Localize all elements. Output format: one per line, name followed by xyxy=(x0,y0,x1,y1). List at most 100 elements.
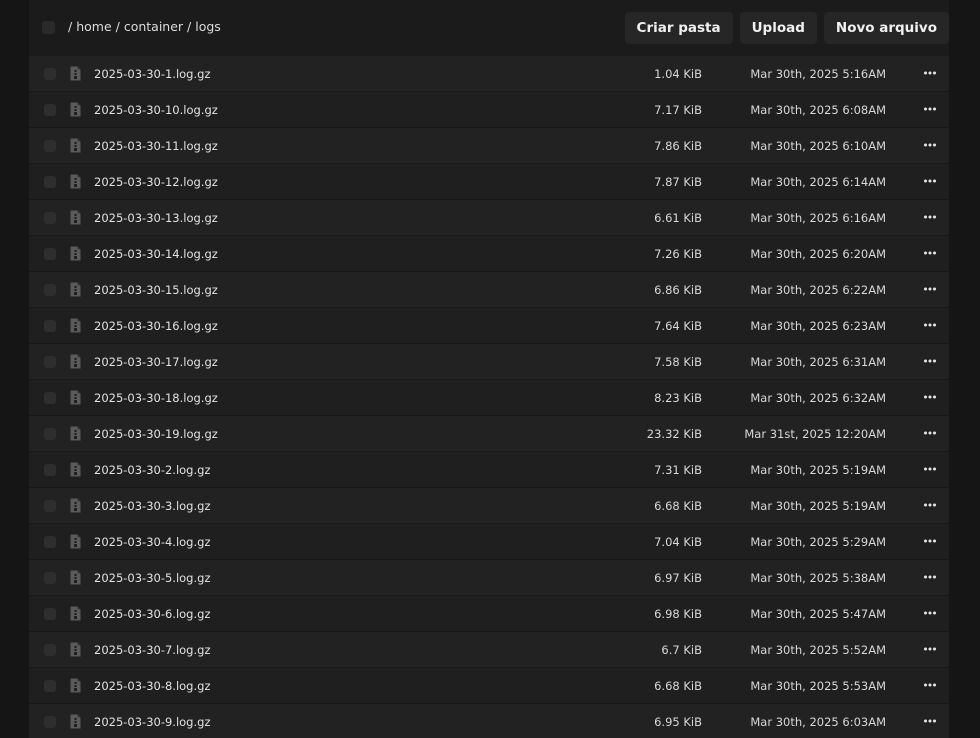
file-row[interactable]: 2025-03-30-1.log.gz 1.04 KiB Mar 30th, 2… xyxy=(29,56,949,92)
file-name[interactable]: 2025-03-30-11.log.gz xyxy=(94,139,218,153)
file-row[interactable]: 2025-03-30-12.log.gz 7.87 KiB Mar 30th, … xyxy=(29,164,949,200)
select-all-checkbox[interactable] xyxy=(42,21,55,34)
file-row[interactable]: 2025-03-30-13.log.gz 6.61 KiB Mar 30th, … xyxy=(29,200,949,236)
row-checkbox[interactable] xyxy=(44,320,56,332)
row-checkbox[interactable] xyxy=(44,464,56,476)
file-size: 8.23 KiB xyxy=(654,391,702,405)
breadcrumb-logs[interactable]: logs xyxy=(195,19,221,34)
row-checkbox[interactable] xyxy=(44,716,56,728)
file-row[interactable]: 2025-03-30-4.log.gz 7.04 KiB Mar 30th, 2… xyxy=(29,524,949,560)
file-row[interactable]: 2025-03-30-8.log.gz 6.68 KiB Mar 30th, 2… xyxy=(29,668,949,704)
file-row[interactable]: 2025-03-30-16.log.gz 7.64 KiB Mar 30th, … xyxy=(29,308,949,344)
file-row[interactable]: 2025-03-30-9.log.gz 6.95 KiB Mar 30th, 2… xyxy=(29,704,949,738)
file-modified-date: Mar 30th, 2025 5:19AM xyxy=(750,499,886,513)
row-checkbox[interactable] xyxy=(44,500,56,512)
row-checkbox[interactable] xyxy=(44,680,56,692)
row-checkbox[interactable] xyxy=(44,68,56,80)
row-checkbox[interactable] xyxy=(44,356,56,368)
row-checkbox[interactable] xyxy=(44,428,56,440)
row-checkbox[interactable] xyxy=(44,572,56,584)
row-checkbox[interactable] xyxy=(44,248,56,260)
row-checkbox[interactable] xyxy=(44,644,56,656)
file-row[interactable]: 2025-03-30-17.log.gz 7.58 KiB Mar 30th, … xyxy=(29,344,949,380)
create-folder-button[interactable]: Criar pasta xyxy=(624,12,733,44)
file-modified-date: Mar 30th, 2025 6:14AM xyxy=(750,175,886,189)
file-row[interactable]: 2025-03-30-7.log.gz 6.7 KiB Mar 30th, 20… xyxy=(29,632,949,668)
row-checkbox[interactable] xyxy=(44,212,56,224)
row-checkbox[interactable] xyxy=(44,176,56,188)
ellipsis-icon[interactable] xyxy=(923,714,937,728)
file-row[interactable]: 2025-03-30-19.log.gz 23.32 KiB Mar 31st,… xyxy=(29,416,949,452)
file-name[interactable]: 2025-03-30-6.log.gz xyxy=(94,607,210,621)
file-archive-icon xyxy=(70,282,81,297)
file-name[interactable]: 2025-03-30-18.log.gz xyxy=(94,391,218,405)
file-name[interactable]: 2025-03-30-16.log.gz xyxy=(94,319,218,333)
file-size: 7.04 KiB xyxy=(654,535,702,549)
ellipsis-icon[interactable] xyxy=(923,246,937,260)
ellipsis-icon[interactable] xyxy=(923,102,937,116)
file-row[interactable]: 2025-03-30-5.log.gz 6.97 KiB Mar 30th, 2… xyxy=(29,560,949,596)
ellipsis-icon[interactable] xyxy=(923,390,937,404)
breadcrumb: / home / container / logs xyxy=(68,19,221,34)
file-size: 7.64 KiB xyxy=(654,319,702,333)
row-checkbox[interactable] xyxy=(44,536,56,548)
file-row[interactable]: 2025-03-30-2.log.gz 7.31 KiB Mar 30th, 2… xyxy=(29,452,949,488)
file-name[interactable]: 2025-03-30-19.log.gz xyxy=(94,427,218,441)
file-name[interactable]: 2025-03-30-14.log.gz xyxy=(94,247,218,261)
file-name[interactable]: 2025-03-30-3.log.gz xyxy=(94,499,210,513)
file-modified-date: Mar 30th, 2025 6:22AM xyxy=(750,283,886,297)
file-row[interactable]: 2025-03-30-14.log.gz 7.26 KiB Mar 30th, … xyxy=(29,236,949,272)
ellipsis-icon[interactable] xyxy=(923,66,937,80)
ellipsis-icon[interactable] xyxy=(923,210,937,224)
ellipsis-icon[interactable] xyxy=(923,678,937,692)
ellipsis-icon[interactable] xyxy=(923,426,937,440)
new-file-button[interactable]: Novo arquivo xyxy=(823,12,949,44)
upload-button[interactable]: Upload xyxy=(739,12,817,44)
file-name[interactable]: 2025-03-30-10.log.gz xyxy=(94,103,218,117)
file-name[interactable]: 2025-03-30-13.log.gz xyxy=(94,211,218,225)
breadcrumb-container[interactable]: container xyxy=(124,19,183,34)
file-name[interactable]: 2025-03-30-5.log.gz xyxy=(94,571,210,585)
ellipsis-icon[interactable] xyxy=(923,642,937,656)
row-checkbox[interactable] xyxy=(44,140,56,152)
file-name[interactable]: 2025-03-30-2.log.gz xyxy=(94,463,210,477)
row-checkbox[interactable] xyxy=(44,392,56,404)
file-size: 6.68 KiB xyxy=(654,499,702,513)
file-row[interactable]: 2025-03-30-15.log.gz 6.86 KiB Mar 30th, … xyxy=(29,272,949,308)
file-name[interactable]: 2025-03-30-4.log.gz xyxy=(94,535,210,549)
ellipsis-icon[interactable] xyxy=(923,354,937,368)
row-checkbox[interactable] xyxy=(44,608,56,620)
ellipsis-icon[interactable] xyxy=(923,138,937,152)
file-archive-icon xyxy=(70,66,81,81)
ellipsis-icon[interactable] xyxy=(923,606,937,620)
ellipsis-icon[interactable] xyxy=(923,318,937,332)
file-size: 7.58 KiB xyxy=(654,355,702,369)
file-row[interactable]: 2025-03-30-10.log.gz 7.17 KiB Mar 30th, … xyxy=(29,92,949,128)
breadcrumb-home[interactable]: home xyxy=(76,19,111,34)
row-checkbox[interactable] xyxy=(44,284,56,296)
ellipsis-icon[interactable] xyxy=(923,174,937,188)
ellipsis-icon[interactable] xyxy=(923,534,937,548)
row-checkbox[interactable] xyxy=(44,104,56,116)
file-row[interactable]: 2025-03-30-6.log.gz 6.98 KiB Mar 30th, 2… xyxy=(29,596,949,632)
file-name[interactable]: 2025-03-30-1.log.gz xyxy=(94,67,210,81)
ellipsis-icon[interactable] xyxy=(923,570,937,584)
file-name[interactable]: 2025-03-30-7.log.gz xyxy=(94,643,210,657)
file-row[interactable]: 2025-03-30-11.log.gz 7.86 KiB Mar 30th, … xyxy=(29,128,949,164)
file-row[interactable]: 2025-03-30-3.log.gz 6.68 KiB Mar 30th, 2… xyxy=(29,488,949,524)
breadcrumb-separator: / xyxy=(115,19,120,34)
file-archive-icon xyxy=(70,246,81,261)
file-modified-date: Mar 31st, 2025 12:20AM xyxy=(744,427,886,441)
file-name[interactable]: 2025-03-30-9.log.gz xyxy=(94,715,210,729)
file-row[interactable]: 2025-03-30-18.log.gz 8.23 KiB Mar 30th, … xyxy=(29,380,949,416)
file-name[interactable]: 2025-03-30-15.log.gz xyxy=(94,283,218,297)
file-name[interactable]: 2025-03-30-12.log.gz xyxy=(94,175,218,189)
file-name[interactable]: 2025-03-30-8.log.gz xyxy=(94,679,210,693)
file-name[interactable]: 2025-03-30-17.log.gz xyxy=(94,355,218,369)
file-archive-icon xyxy=(70,138,81,153)
ellipsis-icon[interactable] xyxy=(923,462,937,476)
file-modified-date: Mar 30th, 2025 5:52AM xyxy=(750,643,886,657)
ellipsis-icon[interactable] xyxy=(923,498,937,512)
toolbar: / home / container / logs Criar pasta Up… xyxy=(29,0,949,56)
ellipsis-icon[interactable] xyxy=(923,282,937,296)
